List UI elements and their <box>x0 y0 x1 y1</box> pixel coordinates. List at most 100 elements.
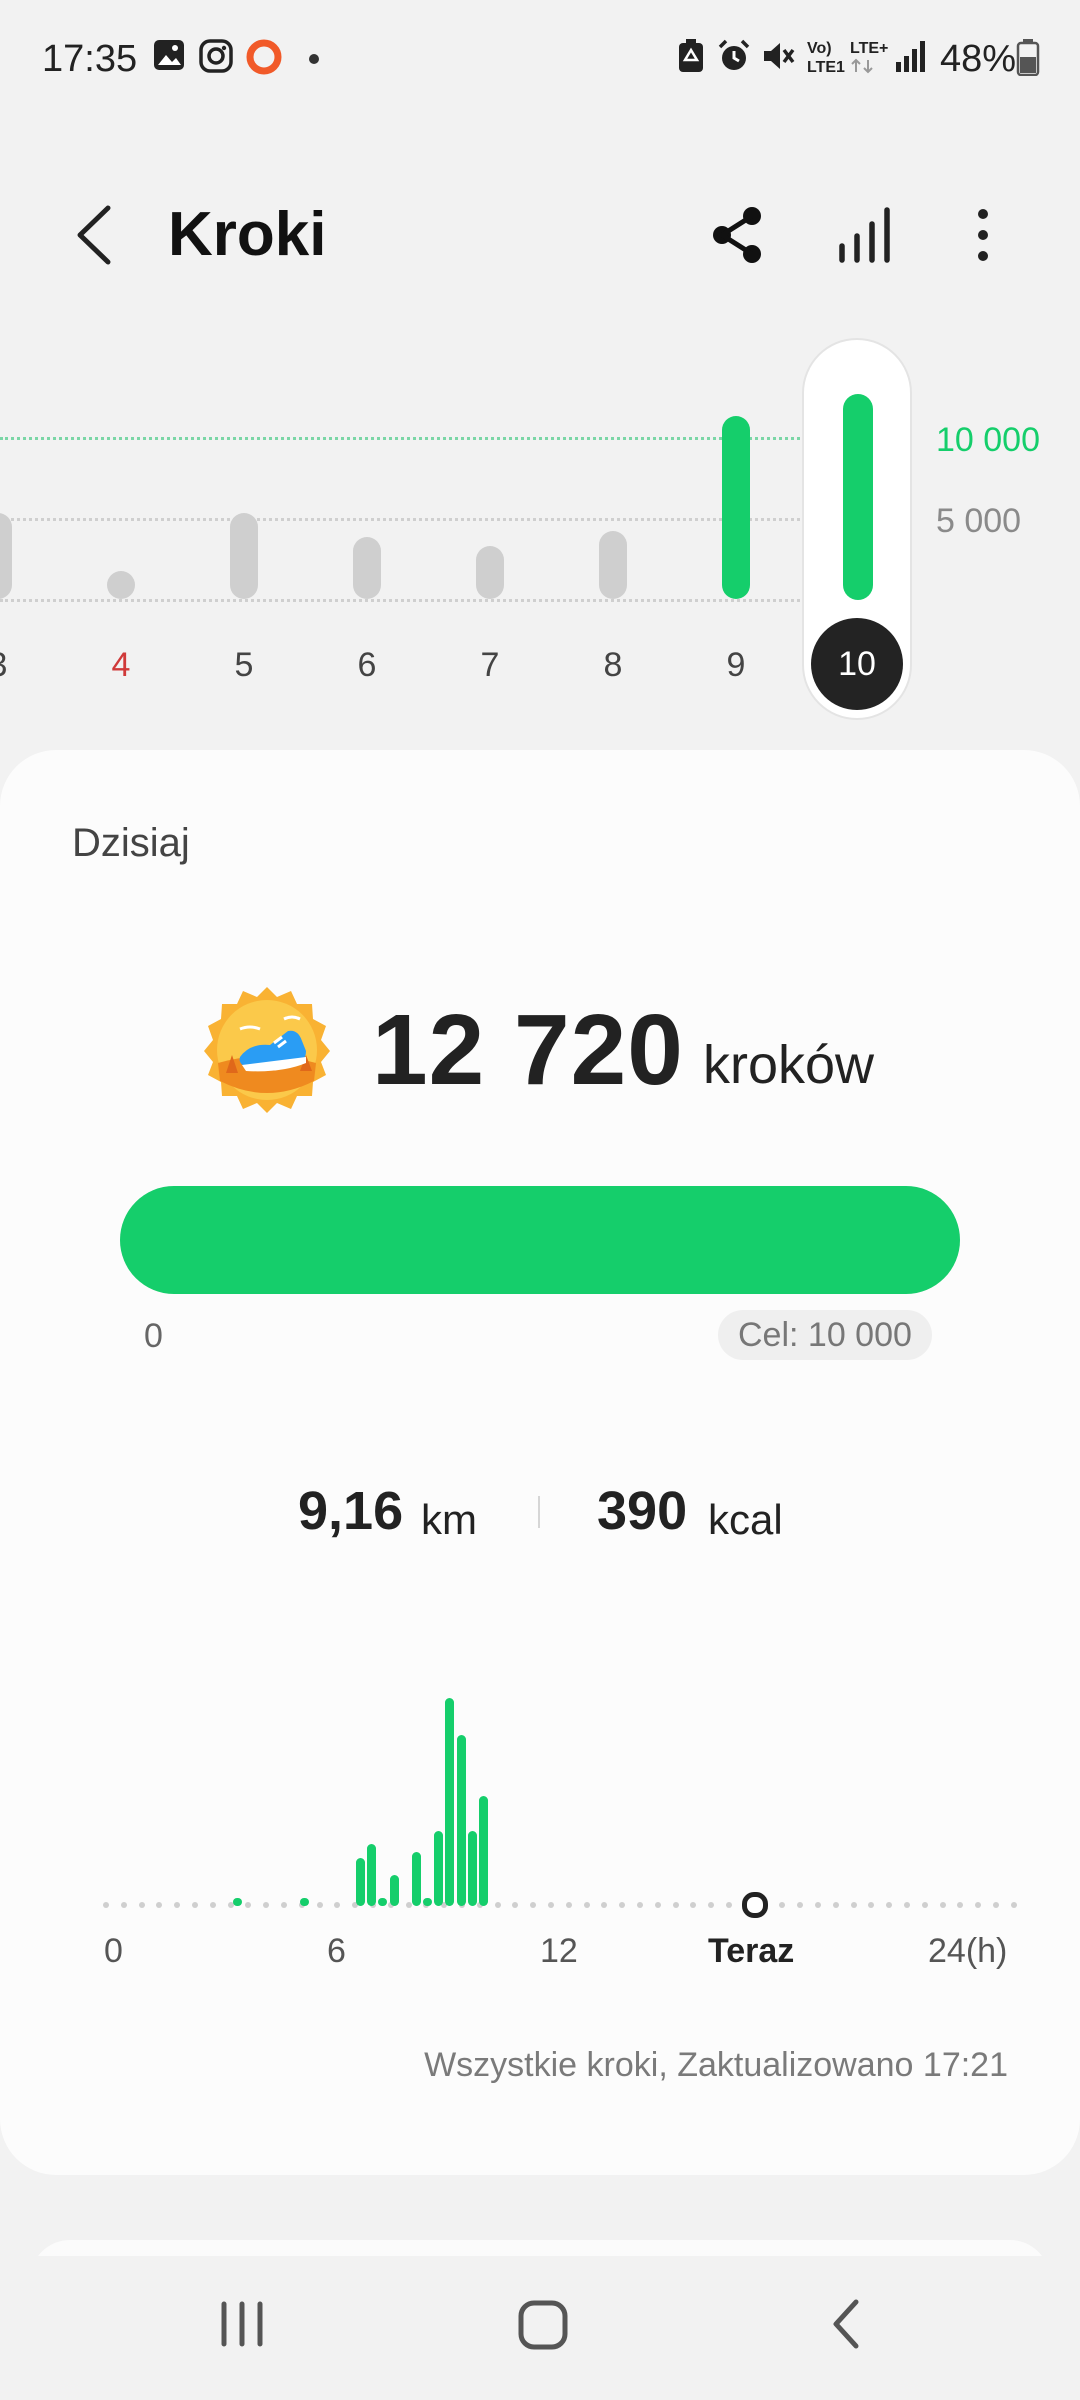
axis-dot <box>138 1902 145 1908</box>
day-bar-3[interactable] <box>0 513 12 599</box>
axis-dot <box>993 1902 999 1908</box>
baseline <box>0 599 800 602</box>
calories-unit: kcal <box>708 1496 783 1543</box>
day-label-3[interactable]: 3 <box>0 640 28 690</box>
hour-bar <box>434 1831 444 1906</box>
day-bar-5[interactable] <box>230 513 258 599</box>
hour-bar <box>423 1898 433 1906</box>
volte-lte-icon: Vo) LTE1 LTE+ <box>806 36 890 81</box>
hour-bar <box>389 1874 399 1906</box>
page-title: Kroki <box>168 200 327 269</box>
hour-bar <box>445 1698 455 1906</box>
day-bar-6[interactable] <box>353 537 381 599</box>
stats-button[interactable] <box>832 202 898 268</box>
goal-line <box>0 437 800 440</box>
hour-label-0: 0 <box>104 1932 123 1970</box>
distance-value: 9,16 <box>298 1481 404 1541</box>
hour-bar <box>300 1898 310 1906</box>
axis-dot <box>316 1902 323 1908</box>
battery-icon <box>1016 38 1040 81</box>
today-label: Dzisiaj <box>72 821 190 865</box>
svg-text:LTE1: LTE1 <box>807 59 845 76</box>
hour-bar <box>467 1831 477 1906</box>
hour-bar <box>478 1795 488 1906</box>
battery-saver-icon <box>676 38 706 79</box>
update-note: Wszystkie kroki, Zaktualizowano 17:21 <box>424 2046 1008 2084</box>
shoe-achievement-badge-icon <box>202 985 332 1115</box>
battery-percent: 48% <box>940 38 1017 80</box>
hour-bar <box>456 1735 466 1906</box>
axis-dot <box>281 1902 287 1908</box>
axis-dot <box>1010 1902 1017 1908</box>
axis-dot <box>939 1902 946 1908</box>
axis-dot <box>583 1902 590 1908</box>
calories-value: 390 <box>597 1481 688 1541</box>
more-options-button[interactable] <box>950 202 1016 268</box>
day-bar-4[interactable] <box>107 571 135 599</box>
hour-label-now: Teraz <box>708 1932 795 1970</box>
svg-text:LTE+: LTE+ <box>850 40 888 57</box>
mid-axis-label: 5 000 <box>936 502 1022 540</box>
axis-dot <box>120 1902 127 1908</box>
back-button[interactable] <box>66 200 126 270</box>
axis-dot <box>405 1902 412 1908</box>
day-bar-7[interactable] <box>476 545 504 599</box>
home-icon <box>518 2300 568 2350</box>
stats-icon <box>839 207 890 263</box>
steps-unit: kroków <box>703 1035 875 1095</box>
day-label-5[interactable]: 5 <box>214 640 274 690</box>
hour-label-6: 6 <box>327 1932 346 1970</box>
recent-apps-icon <box>221 2301 263 2347</box>
back-icon <box>77 205 111 265</box>
gallery-icon <box>152 38 186 77</box>
day-label-7[interactable]: 7 <box>460 640 520 690</box>
instagram-icon <box>198 38 234 79</box>
axis-dot <box>832 1902 839 1908</box>
more-icon <box>978 209 988 261</box>
day-label-9[interactable]: 9 <box>706 640 766 690</box>
distance-unit: km <box>421 1496 477 1543</box>
home-button[interactable] <box>512 2294 576 2358</box>
share-icon <box>713 207 761 263</box>
axis-dot <box>654 1902 661 1908</box>
selected-day-label[interactable]: 10 <box>811 618 903 710</box>
now-marker <box>742 1892 768 1918</box>
day-label-4[interactable]: 4 <box>91 640 151 690</box>
day-bar-9[interactable] <box>722 415 750 599</box>
day-label-6[interactable]: 6 <box>337 640 397 690</box>
goal-chip[interactable]: Cel: 10 000 <box>718 1310 932 1360</box>
share-button[interactable] <box>706 202 772 268</box>
hour-bar <box>367 1843 377 1906</box>
day-bar-8[interactable] <box>599 530 627 599</box>
axis-dot <box>850 1902 857 1908</box>
back-nav-icon <box>833 2299 859 2349</box>
day-label-8[interactable]: 8 <box>583 640 643 690</box>
axis-dot <box>637 1902 643 1908</box>
mute-icon <box>760 38 796 79</box>
axis-dot <box>815 1902 821 1908</box>
axis-dot <box>103 1902 109 1908</box>
axis-dot <box>548 1902 554 1908</box>
hour-bar <box>356 1858 366 1906</box>
dot-icon <box>308 52 320 70</box>
svg-text:Vo): Vo) <box>807 40 832 57</box>
ring-app-icon <box>245 38 283 81</box>
alarm-icon <box>716 38 752 79</box>
hour-label-12: 12 <box>540 1932 578 1970</box>
axis-dot <box>209 1902 216 1908</box>
progress-fill <box>120 1186 960 1294</box>
steps-count: 12 720 <box>372 994 684 1106</box>
axis-dot <box>565 1902 572 1908</box>
back-nav-button[interactable] <box>818 2294 878 2354</box>
axis-dot <box>904 1902 910 1908</box>
axis-dot <box>672 1902 679 1908</box>
hour-label-24: 24(h) <box>928 1932 1008 1970</box>
hour-bar <box>411 1851 421 1906</box>
metric-divider <box>538 1496 540 1528</box>
axis-dot <box>921 1902 928 1908</box>
status-time: 17:35 <box>42 38 138 80</box>
grid-line-5000 <box>0 518 800 521</box>
navigation-bar <box>0 2256 1080 2400</box>
progress-start-label: 0 <box>144 1317 163 1355</box>
recent-apps-button[interactable] <box>212 2294 272 2354</box>
